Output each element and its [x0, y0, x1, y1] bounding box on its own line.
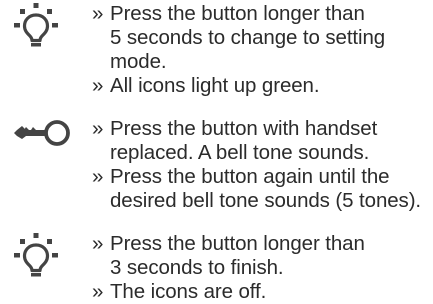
instruction-line: » Press the button again until the: [92, 165, 433, 189]
light-bulb-icon: [6, 232, 66, 285]
bullet-marker: »: [92, 2, 104, 25]
instruction-text: Press the button longer than: [110, 2, 365, 25]
key-icon: [10, 117, 74, 156]
instruction-lines: » Press the button with handset replaced.…: [92, 117, 433, 213]
instruction-line: replaced. A bell tone sounds.: [92, 141, 433, 165]
instruction-line: » All icons light up green.: [92, 74, 433, 98]
instruction-text: desired bell tone sounds (5 tones).: [110, 189, 422, 212]
bullet-marker: »: [92, 74, 104, 97]
instruction-text: Press the button with handset: [110, 117, 378, 140]
bullet-marker: »: [92, 280, 104, 303]
instruction-line: 5 seconds to change to setting: [92, 26, 433, 50]
instruction-lines: » Press the button longer than 5 seconds …: [92, 2, 433, 98]
instruction-text: mode.: [110, 50, 167, 73]
instruction-line: desired bell tone sounds (5 tones).: [92, 189, 433, 213]
light-bulb-icon: [6, 2, 66, 55]
instruction-lines: » Press the button longer than 3 seconds …: [92, 232, 433, 304]
instruction-text: 5 seconds to change to setting: [110, 26, 386, 49]
instruction-line: » Press the button with handset: [92, 117, 433, 141]
bullet-marker: »: [92, 165, 104, 188]
instruction-line: » The icons are off.: [92, 280, 433, 304]
bullet-marker: »: [92, 117, 104, 140]
instruction-text: 3 seconds to finish.: [110, 256, 284, 279]
instruction-line: mode.: [92, 50, 433, 74]
instruction-text: All icons light up green.: [110, 74, 320, 97]
instruction-text: replaced. A bell tone sounds.: [110, 141, 370, 164]
instruction-line: » Press the button longer than: [92, 2, 433, 26]
instruction-line: 3 seconds to finish.: [92, 256, 433, 280]
bullet-marker: »: [92, 232, 104, 255]
instruction-text: Press the button longer than: [110, 232, 365, 255]
instruction-text: Press the button again until the: [110, 165, 390, 188]
instruction-line: » Press the button longer than: [92, 232, 433, 256]
